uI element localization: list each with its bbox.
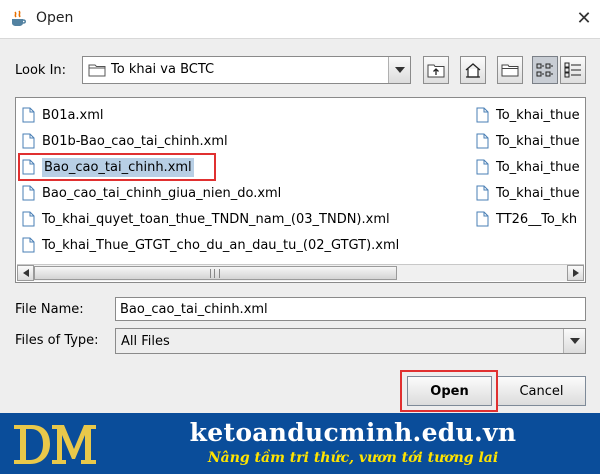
open-button[interactable]: Open (407, 376, 492, 406)
file-name: To_khai_thue (496, 185, 580, 201)
file-icon (476, 159, 489, 175)
file-item[interactable]: To_khai_Thue_GTGT_cho_du_an_dau_tu_(02_G… (20, 232, 403, 258)
file-icon (22, 107, 35, 123)
file-icon (22, 237, 35, 253)
home-icon (465, 63, 481, 78)
chevron-down-icon[interactable] (388, 57, 410, 83)
file-name: To_khai_thue (496, 133, 580, 149)
details-view-icon (564, 62, 581, 78)
list-view-button[interactable] (532, 56, 558, 84)
file-icon (22, 133, 35, 149)
files-of-type-label: Files of Type: (15, 333, 99, 348)
title-bar: Open ✕ (0, 0, 600, 38)
file-item[interactable]: B01b-Bao_cao_tai_chinh.xml (20, 128, 403, 154)
file-item[interactable]: B01a.xml (20, 102, 403, 128)
file-name: To_khai_thue (496, 159, 580, 175)
window-title: Open (36, 10, 74, 26)
file-list[interactable]: B01a.xml B01b-Bao_cao_tai_chinh.xml Bao_… (15, 97, 586, 283)
file-item[interactable]: Bao_cao_tai_chinh_giua_nien_do.xml (20, 180, 403, 206)
file-item-selected[interactable]: Bao_cao_tai_chinh.xml (20, 154, 403, 180)
file-icon (22, 185, 35, 201)
file-item[interactable]: TT26__To_kh (474, 206, 584, 232)
cancel-button[interactable]: Cancel (497, 376, 586, 406)
home-button[interactable] (460, 56, 486, 84)
file-name: To_khai_Thue_GTGT_cho_du_an_dau_tu_(02_G… (42, 237, 400, 253)
slogan: Nâng tầm tri thức, vươn tới tương lai (207, 450, 499, 466)
look-in-label: Look In: (15, 63, 67, 78)
file-name: TT26__To_kh (496, 211, 578, 227)
file-name: B01b-Bao_cao_tai_chinh.xml (42, 133, 228, 149)
file-item[interactable]: To_khai_thue (474, 128, 584, 154)
file-name-input[interactable] (115, 297, 586, 321)
close-icon[interactable]: ✕ (570, 4, 598, 32)
file-item[interactable]: To_khai_thue (474, 154, 584, 180)
chevron-down-icon[interactable] (563, 329, 585, 353)
up-one-level-button[interactable] (423, 56, 449, 84)
file-column-2: To_khai_thue To_khai_thue To_khai_thue T… (474, 102, 584, 232)
file-icon (476, 107, 489, 123)
file-name: To_khai_thue (496, 107, 580, 123)
file-name: Bao_cao_tai_chinh.xml (42, 157, 194, 177)
file-name: B01a.xml (42, 107, 104, 123)
list-view-icon (536, 63, 553, 77)
file-icon (22, 211, 35, 227)
file-icon (476, 185, 489, 201)
logo (14, 425, 96, 464)
new-folder-button[interactable] (497, 56, 523, 84)
file-name: Bao_cao_tai_chinh_giua_nien_do.xml (42, 185, 282, 201)
file-name: To_khai_quyet_toan_thue_TNDN_nam_(03_TND… (42, 211, 390, 227)
file-item[interactable]: To_khai_thue (474, 180, 584, 206)
file-item[interactable]: To_khai_thue (474, 102, 584, 128)
java-icon (12, 10, 26, 26)
scrollbar-thumb[interactable] (34, 266, 397, 280)
scroll-right-icon[interactable] (567, 265, 584, 281)
look-in-value: To khai va BCTC (111, 62, 215, 77)
open-dialog: Look In: To khai va BCTC B01a.xml B01b-B… (0, 38, 600, 413)
file-item[interactable]: To_khai_quyet_toan_thue_TNDN_nam_(03_TND… (20, 206, 403, 232)
file-icon (476, 133, 489, 149)
file-column-1: B01a.xml B01b-Bao_cao_tai_chinh.xml Bao_… (20, 102, 403, 258)
scroll-left-icon[interactable] (17, 265, 34, 281)
file-name-label: File Name: (15, 302, 84, 317)
file-icon (22, 159, 35, 175)
files-of-type-value: All Files (121, 334, 170, 349)
up-one-level-icon (427, 64, 445, 78)
site-name: ketoanducminh.edu.vn (189, 418, 517, 447)
look-in-combo[interactable]: To khai va BCTC (82, 56, 411, 84)
horizontal-scrollbar[interactable] (17, 264, 584, 281)
details-view-button[interactable] (560, 56, 586, 84)
file-icon (476, 211, 489, 227)
new-folder-icon (501, 64, 519, 77)
brand-banner: ketoanducminh.edu.vn Nâng tầm tri thức, … (0, 413, 600, 474)
folder-icon (88, 64, 106, 77)
files-of-type-combo[interactable]: All Files (115, 328, 586, 354)
